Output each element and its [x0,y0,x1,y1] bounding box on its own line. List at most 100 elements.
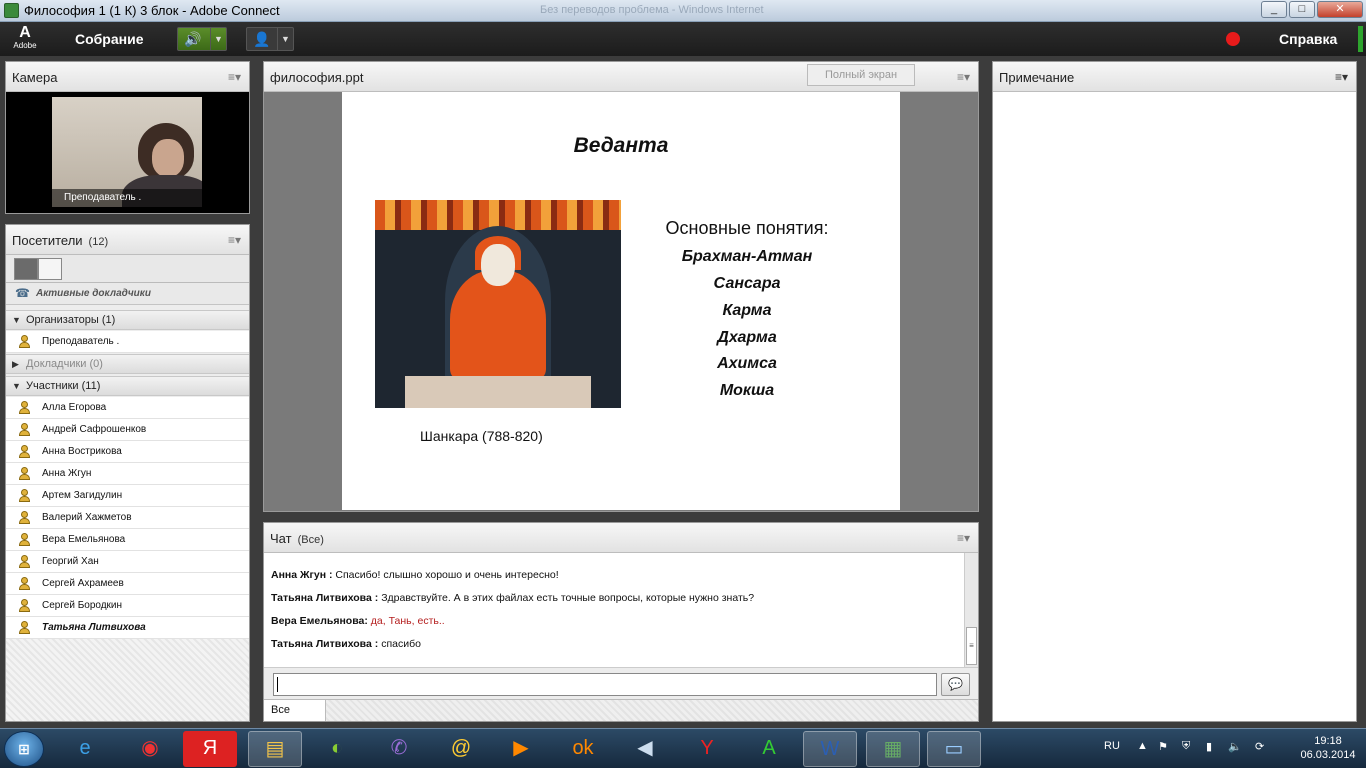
chrome-icon[interactable]: ◉ [123,731,177,767]
send-message-button[interactable]: 💬 [941,673,970,696]
chat-messages: Анна Жгун : Спасибо! слышно хорошо и оче… [264,553,964,667]
chat-author: Вера Емельянова: [271,615,368,627]
camera-pod-header: Камера ≡▾ [6,62,249,92]
explorer-icon[interactable]: ▤ [248,731,302,767]
attendee-name: Сергей Бородкин [42,600,123,611]
chat-pod-title: Чат (Все) [270,531,324,546]
chat-tab-bar: Все [264,699,978,721]
note-pod: Примечание ≡▾ [992,61,1357,722]
attendee-name: Вера Емельянова [42,534,126,545]
minimize-button[interactable]: _ [1261,1,1287,18]
list-item[interactable]: Валерий Хажметов [6,507,249,529]
chat-scroll-thumb[interactable]: ≡ [966,627,977,665]
chat-tab-all[interactable]: Все [264,700,326,721]
list-item[interactable]: Преподаватель . [6,331,249,353]
camera-pod: Камера ≡▾ Преподаватель . [5,61,250,214]
chevron-down-icon: ▼ [12,315,21,325]
word-icon[interactable]: W [803,731,857,767]
sync-icon[interactable]: ⟳ [1255,740,1264,753]
monitor-icon[interactable]: ▭ [927,731,981,767]
yandex-browser-icon[interactable]: Y [680,731,734,767]
recording-indicator[interactable] [1226,32,1240,46]
chevron-down-icon[interactable]: ▼ [210,28,226,50]
flag-icon[interactable]: ⚑ [1158,740,1168,753]
group-participants[interactable]: ▼ Участники (11) [6,376,249,396]
audio-icon[interactable]: ◀ [618,731,672,767]
list-item[interactable]: Сергей Бородкин [6,595,249,617]
app-icon[interactable]: ◐ [310,731,364,767]
start-button[interactable]: ⊞ [4,731,44,767]
chevron-down-icon: ▼ [12,381,21,391]
maximize-button[interactable]: □ [1289,1,1315,18]
speech-bubble-icon: 💬 [948,677,963,691]
ie-icon[interactable]: e [58,731,112,767]
yandex-icon[interactable]: Я [183,731,237,767]
chevron-down-icon[interactable]: ▼ [277,28,293,50]
note-body[interactable] [993,92,1356,721]
mail-icon[interactable]: @ [434,731,488,767]
slide-concept: Ахимса [717,355,777,372]
a-icon[interactable]: A [742,731,796,767]
show-hidden-icons[interactable]: ▲ [1137,740,1148,752]
chat-author: Татьяна Литвихова : [271,592,379,604]
attendees-empty-area [6,639,249,721]
chat-scrollbar[interactable]: ≡ [964,553,978,667]
slide-concept: Мокша [719,382,775,399]
user-icon [18,445,30,459]
pod-menu-icon[interactable]: ≡▾ [1335,70,1348,84]
group-presenters[interactable]: ▶ Докладчики (0) [6,354,249,374]
list-item[interactable]: Анна Жгун [6,463,249,485]
presenter-face [152,139,184,177]
adobe-logo-text: Adobe [13,41,37,50]
network-icon[interactable]: ▮ [1206,740,1212,753]
list-view-button[interactable] [14,258,38,280]
presentation-slide: Веданта Шанкара (788-820) Основные понят… [342,92,900,510]
pod-menu-icon[interactable]: ≡▾ [957,531,970,545]
camera-video: Преподаватель . [52,97,202,207]
chat-input[interactable] [273,673,937,696]
volume-icon[interactable]: 🔈 [1228,740,1242,753]
shankara-statue-image [375,200,621,408]
camera-pod-title: Камера [12,70,58,85]
attendees-pod-header: Посетители (12) ≡▾ [6,225,249,255]
fullscreen-button[interactable]: Полный экран [807,64,915,86]
list-item[interactable]: Алла Егорова [6,397,249,419]
camera-user-icon: 👤 [253,31,271,47]
ok-icon[interactable]: ok [556,731,610,767]
list-item[interactable]: Татьяна Литвихова [6,617,249,639]
attendee-name: Артем Загидулин [42,490,123,501]
chat-text: да, Тань, есть.. [370,615,445,627]
window-titlebar: Философия 1 (1 К) 3 блок - Adobe Connect… [0,0,1366,22]
speaker-control[interactable]: 🔊 ▼ [177,27,227,51]
pod-menu-icon[interactable]: ≡▾ [228,70,241,84]
list-item[interactable]: Артем Загидулин [6,485,249,507]
note-pod-title: Примечание [999,70,1075,85]
security-icon[interactable]: ⛨ [1182,740,1190,753]
connection-signal-icon [1358,26,1363,52]
pod-menu-icon[interactable]: ≡▾ [228,233,241,247]
help-menu[interactable]: Справка [1279,31,1337,47]
meeting-menu[interactable]: Собрание [75,31,144,47]
user-icon [18,423,30,437]
list-item[interactable]: Андрей Сафрошенков [6,419,249,441]
camera-control[interactable]: 👤 ▼ [246,27,294,51]
clock[interactable]: 19:18 06.03.2014 [1300,734,1356,762]
chat-message: Татьяна Литвихова : спасибо [271,638,421,650]
close-button[interactable]: ✕ [1317,1,1363,18]
list-item[interactable]: Вера Емельянова [6,529,249,551]
user-icon [18,621,30,635]
user-view-button[interactable] [38,258,62,280]
viber-icon[interactable]: ✆ [372,731,426,767]
menubar: A Adobe Собрание 🔊 ▼ 👤 ▼ [0,22,1366,56]
group-hosts[interactable]: ▼ Организаторы (1) [6,310,249,330]
attendee-name: Алла Егорова [42,402,107,413]
list-item[interactable]: Георгий Хан [6,551,249,573]
list-item[interactable]: Сергей Ахрамеев [6,573,249,595]
video-icon[interactable]: ▶ [494,731,548,767]
chat-text: Здравствуйте. А в этих файлах есть точны… [381,592,755,604]
language-indicator[interactable]: RU [1104,740,1120,752]
pod-menu-icon[interactable]: ≡▾ [957,70,970,84]
list-item[interactable]: Анна Вострикова [6,441,249,463]
connect-icon[interactable]: ▦ [866,731,920,767]
chat-message: Анна Жгун : Спасибо! слышно хорошо и оче… [271,569,559,581]
